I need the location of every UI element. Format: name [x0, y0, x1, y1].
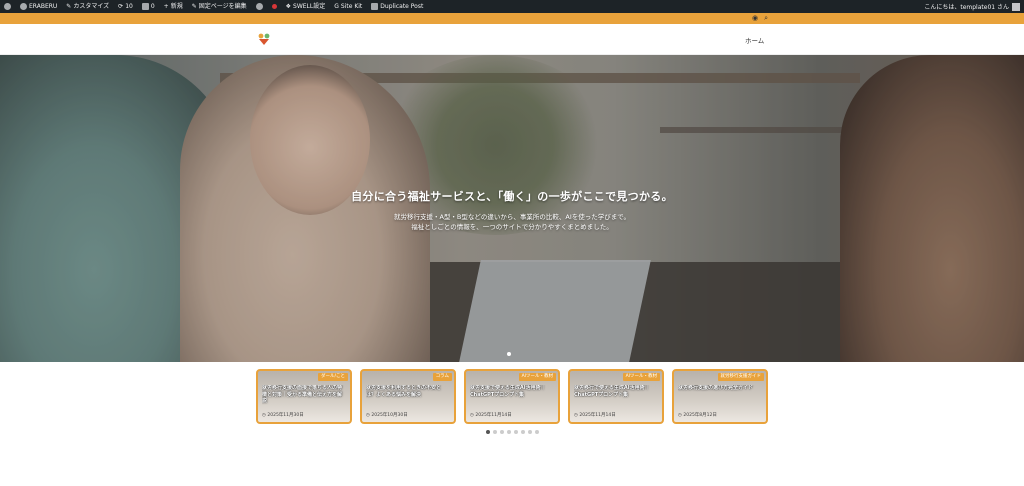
- post-title: 就労移行で使える生成AI活用術｜ChatGPTプロンプト集: [574, 385, 650, 398]
- hero-subtitle-2: 福祉としごとの情報を、一つのサイトで分かりやすくまとめました。: [411, 223, 613, 231]
- post-date: ◷ 2025年8月12日: [678, 413, 717, 418]
- post-title: 就労支援を利用するときの不安とは？よくある悩みを解決: [366, 385, 442, 398]
- category-badge: AIツール・教材: [622, 373, 660, 381]
- duplicate-post-link[interactable]: Duplicate Post: [371, 0, 423, 13]
- admin-bar: ERABERU ✎ カスタマイズ ⟳ 10 0 + 新規 ✎ 固定ページを編集 ❖ SWE…: [0, 0, 1024, 13]
- pagination-dot[interactable]: [535, 430, 539, 434]
- post-date-text: 2025年11月30日: [267, 413, 304, 418]
- updates-count: 10: [125, 3, 133, 10]
- post-title: 就労移行支援の面接で落ちる人の特徴と対策｜受かる準備と伝え方を解説: [262, 385, 343, 404]
- pagination-dot[interactable]: [500, 430, 504, 434]
- post-card[interactable]: ダール/こと 就労移行支援の面接で落ちる人の特徴と対策｜受かる準備と伝え方を解説…: [256, 369, 352, 424]
- hero-slide-dot[interactable]: [507, 352, 511, 356]
- swell-ghost-button[interactable]: [255, 3, 263, 10]
- ghost-icon: [255, 3, 263, 10]
- edit-page-link[interactable]: ✎ 固定ページを編集: [192, 0, 247, 13]
- site-logo[interactable]: [257, 32, 271, 46]
- brush-icon: ✎: [66, 3, 72, 10]
- post-date: ◷ 2025年11月14日: [470, 413, 512, 418]
- hero-title: 自分に合う福祉サービスと、「働く」の一歩がここで見つかる。: [351, 190, 673, 203]
- status-dot-icon: [271, 4, 277, 9]
- plus-icon: +: [163, 3, 169, 10]
- post-date: ◷ 2025年11月30日: [262, 413, 304, 418]
- post-date-text: 2025年8月12日: [683, 413, 717, 418]
- site-name-label: ERABERU: [29, 3, 58, 10]
- swell-icon: ❖: [285, 3, 292, 10]
- avatar: [1012, 2, 1020, 11]
- slider-pagination: [486, 430, 539, 434]
- post-card[interactable]: AIツール・教材 就労支援で使える生成AI活用術｜ChatGPTプロンプト集 ◷…: [464, 369, 560, 424]
- hero-subtitle-1: 就労移行支援・A型・B型などの違いから、事業所の比較、AIを使った学びまで。: [393, 213, 630, 221]
- post-date-text: 2025年11月14日: [579, 413, 616, 418]
- swell-settings-link[interactable]: ❖ SWELL設定: [286, 0, 326, 13]
- pagination-dot[interactable]: [507, 430, 511, 434]
- post-title: 就労移行支援の選び方完全ガイド: [678, 385, 754, 391]
- comments-link[interactable]: 0: [141, 0, 155, 13]
- sitekit-label: Site Kit: [340, 3, 363, 10]
- post-date-text: 2025年10月30日: [371, 413, 408, 418]
- post-date: ◷ 2025年11月14日: [574, 413, 616, 418]
- duplicate-icon: [371, 3, 379, 10]
- post-card[interactable]: AIツール・教材 就労移行で使える生成AI活用術｜ChatGPTプロンプト集 ◷…: [568, 369, 664, 424]
- updates-link[interactable]: ⟳ 10: [118, 0, 133, 13]
- comments-count: 0: [150, 3, 155, 10]
- pencil-icon: ✎: [191, 3, 197, 10]
- post-card[interactable]: 就労移行支援ガイド 就労移行支援の選び方完全ガイド ◷ 2025年8月12日: [672, 369, 768, 424]
- new-label: 新規: [170, 3, 183, 10]
- nav-home-link[interactable]: ホーム: [745, 35, 764, 45]
- post-card[interactable]: コラム 就労支援を利用するときの不安とは？よくある悩みを解決 ◷ 2025年10…: [360, 369, 456, 424]
- rss-icon[interactable]: ◉: [752, 14, 758, 23]
- category-badge: ダール/こと: [317, 373, 348, 381]
- wordpress-logo-button[interactable]: [4, 3, 11, 10]
- category-badge: 就労移行支援ガイド: [717, 373, 764, 381]
- category-badge: AIツール・教材: [518, 373, 556, 381]
- status-dot-button[interactable]: [271, 4, 277, 9]
- category-badge: コラム: [432, 373, 452, 381]
- pagination-dot[interactable]: [528, 430, 532, 434]
- comment-icon: [141, 3, 149, 10]
- sitekit-link[interactable]: G Site Kit: [334, 0, 362, 13]
- site-header: ホーム: [0, 24, 1024, 55]
- pagination-dot[interactable]: [493, 430, 497, 434]
- account-menu[interactable]: こんにちは、template01 さん: [924, 2, 1020, 11]
- swell-label: SWELL設定: [293, 3, 326, 10]
- edit-page-label: 固定ページを編集: [198, 3, 247, 10]
- wordpress-icon: [4, 3, 11, 10]
- duplicate-label: Duplicate Post: [380, 3, 424, 10]
- update-icon: ⟳: [118, 3, 124, 10]
- pagination-dot[interactable]: [514, 430, 518, 434]
- google-icon: G: [334, 3, 339, 10]
- site-name-link[interactable]: ERABERU: [20, 0, 57, 13]
- pagination-dot[interactable]: [521, 430, 525, 434]
- pagination-dot[interactable]: [486, 430, 490, 434]
- home-icon: [20, 3, 27, 10]
- new-content-link[interactable]: + 新規: [164, 0, 183, 13]
- post-title: 就労支援で使える生成AI活用術｜ChatGPTプロンプト集: [470, 385, 546, 398]
- customize-link[interactable]: ✎ カスタマイズ: [66, 0, 109, 13]
- hero-overlay: [0, 55, 1024, 362]
- hero-banner: 自分に合う福祉サービスと、「働く」の一歩がここで見つかる。 就労移行支援・A型・…: [0, 55, 1024, 362]
- search-icon[interactable]: ⌕: [764, 14, 768, 23]
- greeting-label: こんにちは、template01 さん: [924, 4, 1009, 11]
- top-strip: ◉ ⌕: [0, 13, 1024, 24]
- post-date-text: 2025年11月14日: [475, 413, 512, 418]
- customize-label: カスタマイズ: [73, 3, 110, 10]
- post-slider: ダール/こと 就労移行支援の面接で落ちる人の特徴と対策｜受かる準備と伝え方を解説…: [256, 369, 768, 424]
- post-date: ◷ 2025年10月30日: [366, 413, 408, 418]
